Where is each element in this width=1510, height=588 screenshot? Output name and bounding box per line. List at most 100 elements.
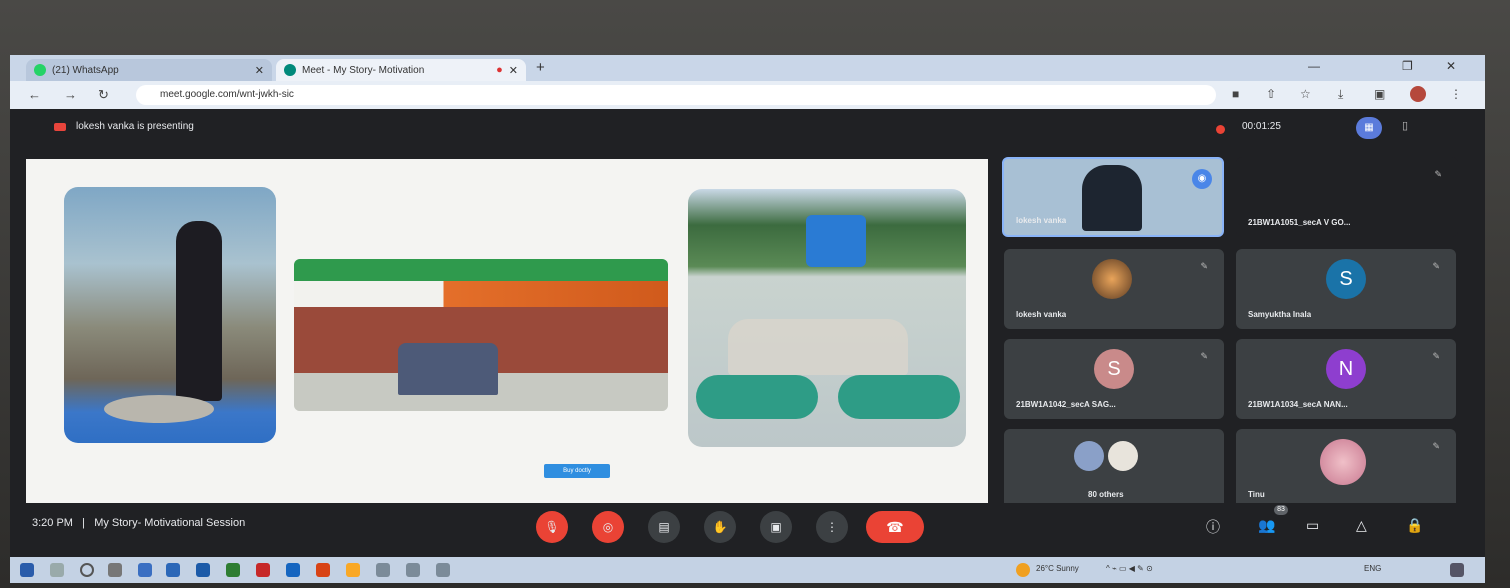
participant-avatar: N	[1326, 349, 1366, 389]
participant-tile[interactable]: ✎ S Samyuktha Inala	[1236, 249, 1456, 329]
task-view-icon[interactable]	[108, 563, 122, 577]
app-icon[interactable]	[286, 563, 300, 577]
participant-name: 21BW1A1034_secA NAN...	[1248, 400, 1348, 409]
laptop-screen: (21) WhatsApp ✕ Meet - My Story- Motivat…	[10, 55, 1485, 583]
star-icon[interactable]: ☆	[1300, 87, 1311, 101]
chrome-icon[interactable]	[346, 563, 360, 577]
start-icon[interactable]	[20, 563, 34, 577]
mic-off-icon: ✎	[1432, 261, 1440, 271]
present-button[interactable]: ▣	[760, 511, 792, 543]
tray-icons[interactable]: ^ ⌁ ▭ ◀ ✎ ⊙	[1106, 564, 1153, 573]
close-icon[interactable]: ✕	[509, 64, 518, 77]
blue-tank	[806, 215, 866, 267]
url-field[interactable]: meet.google.com/wnt-jwkh-sic	[136, 85, 1216, 105]
recording-icon	[1216, 125, 1225, 134]
shop-roof	[294, 259, 668, 281]
menu-icon[interactable]: ⋮	[1450, 87, 1462, 101]
language-indicator[interactable]: ENG	[1364, 564, 1381, 573]
minimize-button[interactable]: —	[1308, 59, 1320, 73]
tab-whatsapp[interactable]: (21) WhatsApp ✕	[26, 59, 272, 81]
others-tile[interactable]: 80 others	[1004, 429, 1224, 509]
app-icon[interactable]	[436, 563, 450, 577]
participant-name: 21BW1A1051_secA V GO...	[1248, 218, 1351, 227]
speaking-icon: ◉	[1192, 169, 1212, 189]
back-icon[interactable]: ←	[28, 87, 41, 102]
chat-icon[interactable]: ▭	[1306, 517, 1319, 534]
participant-tile[interactable]: ◉ lokesh vanka	[1002, 157, 1224, 237]
sidebar-icon[interactable]: ▣	[1374, 87, 1385, 101]
participant-avatar	[1092, 259, 1132, 299]
mic-off-button[interactable]: 🎙	[536, 511, 568, 543]
more-options-button[interactable]: ⋮	[816, 511, 848, 543]
slide-buy-button: Buy doctly	[544, 464, 610, 478]
weather-icon	[1016, 563, 1030, 577]
captions-button[interactable]: ▤	[648, 511, 680, 543]
share-icon[interactable]: ⇧	[1266, 87, 1276, 101]
participant-tile[interactable]: ✎ 21BW1A1051_secA V GO...	[1236, 157, 1458, 237]
activities-icon[interactable]: △	[1356, 517, 1367, 534]
forward-icon[interactable]: →	[64, 87, 77, 102]
float-drum	[696, 375, 818, 419]
fish-pile	[104, 395, 214, 423]
people-group	[398, 343, 498, 395]
notifications-icon[interactable]	[1450, 563, 1464, 577]
raise-hand-button[interactable]: ✋	[704, 511, 736, 543]
host-controls-icon[interactable]: 🔒	[1406, 517, 1423, 534]
pin-icon[interactable]: ▯	[1402, 119, 1408, 132]
app-icon[interactable]	[406, 563, 420, 577]
close-icon[interactable]: ✕	[255, 64, 264, 77]
participant-avatar	[1108, 441, 1138, 471]
profile-avatar[interactable]	[1410, 86, 1426, 102]
mic-off-icon: ✎	[1432, 351, 1440, 361]
whatsapp-icon	[34, 64, 46, 76]
recording-time: 00:01:25	[1242, 121, 1281, 132]
participant-avatar	[1320, 439, 1366, 485]
float-drum	[838, 375, 960, 419]
meeting-title: My Story- Motivational Session	[94, 517, 246, 529]
new-tab-button[interactable]: +	[536, 59, 545, 76]
app-icon[interactable]	[196, 563, 210, 577]
participant-tile[interactable]: ✎ N 21BW1A1034_secA NAN...	[1236, 339, 1456, 419]
people-icon[interactable]: 👥	[1258, 517, 1275, 534]
others-count: 80 others	[1088, 490, 1124, 499]
participant-tile[interactable]: ✎ lokesh vanka	[1004, 249, 1224, 329]
meet-icon	[284, 64, 296, 76]
app-icon[interactable]	[376, 563, 390, 577]
video-feed	[1082, 165, 1142, 231]
tab-meet[interactable]: Meet - My Story- Motivation ● ✕	[276, 59, 526, 81]
leave-call-button[interactable]: ☎	[866, 511, 924, 543]
view-layout-button[interactable]: ▦	[1356, 117, 1382, 139]
search-icon[interactable]	[50, 563, 64, 577]
presented-slide: Buy doctly	[26, 159, 988, 504]
tab-label: Meet - My Story- Motivation	[302, 64, 425, 76]
download-icon[interactable]: ⤓	[1338, 87, 1343, 102]
participant-tile[interactable]: ✎ Tinu	[1236, 429, 1456, 509]
participant-tile[interactable]: ✎ S 21BW1A1042_secA SAG...	[1004, 339, 1224, 419]
presenting-banner: lokesh vanka is presenting	[54, 121, 194, 132]
app-icon[interactable]	[256, 563, 270, 577]
weather-text[interactable]: 26°C Sunny	[1036, 564, 1079, 573]
info-icon[interactable]: ⓘ	[1206, 517, 1220, 537]
app-icon[interactable]	[166, 563, 180, 577]
participant-name: lokesh vanka	[1016, 216, 1067, 225]
slide-photo-shop	[294, 259, 668, 411]
person-figure	[176, 221, 222, 401]
camera-off-button[interactable]: ◎	[592, 511, 624, 543]
close-window-button[interactable]: ✕	[1446, 59, 1456, 73]
presentation-icon	[54, 122, 66, 131]
participant-avatar: S	[1326, 259, 1366, 299]
app-icon[interactable]	[316, 563, 330, 577]
meeting-info: 3:20 PM | My Story- Motivational Session	[32, 517, 245, 529]
mic-off-icon: ✎	[1434, 169, 1442, 179]
recording-tab-icon: ●	[496, 64, 503, 76]
app-icon[interactable]	[226, 563, 240, 577]
mic-off-icon: ✎	[1200, 351, 1208, 361]
participant-avatar	[1074, 441, 1104, 471]
camera-icon[interactable]: ■	[1232, 87, 1239, 101]
cortana-icon[interactable]	[80, 563, 94, 577]
maximize-button[interactable]: ❐	[1402, 59, 1413, 73]
edge-icon[interactable]	[138, 563, 152, 577]
reload-icon[interactable]: ↻	[98, 87, 109, 103]
shop-sign	[294, 281, 668, 307]
tab-label: (21) WhatsApp	[52, 64, 119, 76]
